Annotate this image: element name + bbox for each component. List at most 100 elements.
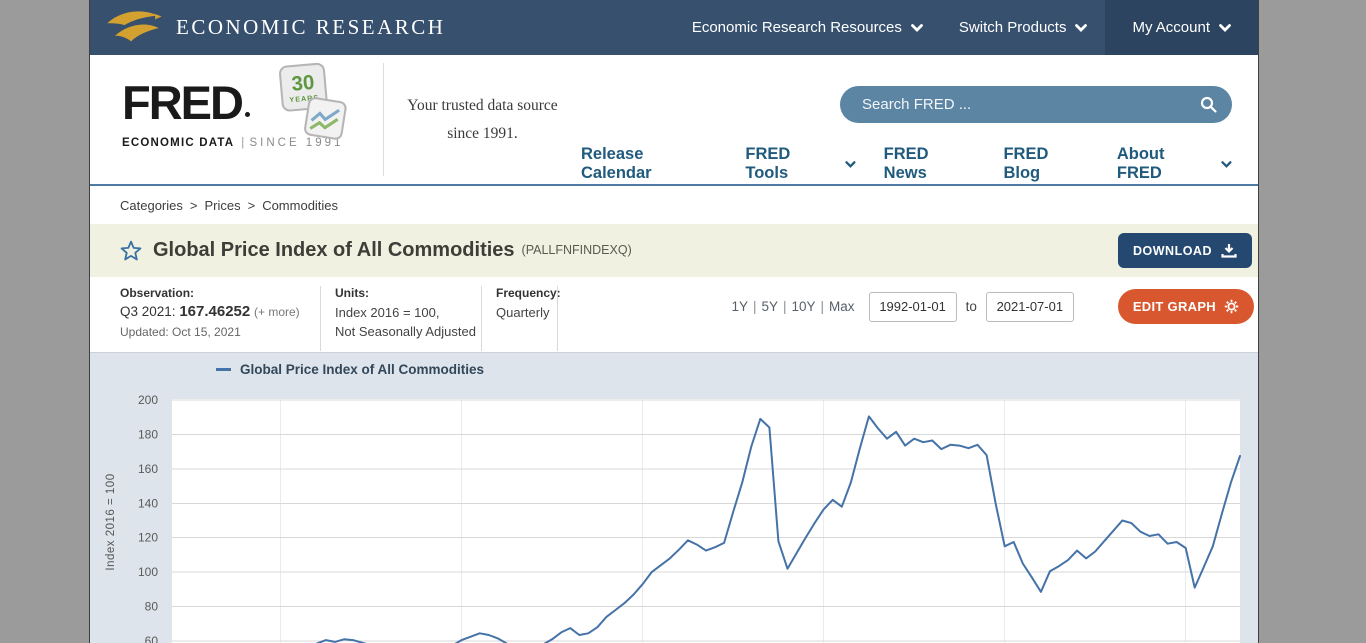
- series-meta-row: Observation: Q3 2021: 167.46252 (+ more)…: [90, 277, 1258, 352]
- observation-more-link[interactable]: (+ more): [254, 305, 300, 319]
- fred-logo[interactable]: FRED 30 YEARS: [90, 55, 383, 184]
- observation-period: Q3 2021:: [120, 304, 176, 319]
- top-nav-label: Economic Research Resources: [692, 19, 902, 36]
- range-preset-1y[interactable]: 1Y: [731, 299, 748, 314]
- frequency-value: Quarterly: [496, 304, 543, 323]
- range-presets: 1Y | 5Y | 10Y | Max: [731, 299, 854, 314]
- search-icon: [1200, 96, 1217, 113]
- line-chart[interactable]: 200 180 160 140 120 100 80 60 Index 2016 = 100: [90, 353, 1258, 643]
- star-icon: [120, 240, 142, 261]
- units-line2: Not Seasonally Adjusted: [335, 323, 467, 342]
- download-icon: [1221, 243, 1237, 258]
- svg-text:Index 2016 = 100: Index 2016 = 100: [105, 473, 117, 570]
- observation-label: Observation:: [120, 286, 320, 300]
- breadcrumb: Categories > Prices > Commodities: [90, 186, 1258, 224]
- legend-label: Global Price Index of All Commodities: [240, 362, 484, 377]
- search-input[interactable]: [862, 96, 1200, 113]
- gear-icon: [1224, 299, 1239, 314]
- svg-text:140: 140: [138, 496, 158, 510]
- favorite-star-button[interactable]: [120, 240, 142, 261]
- edit-graph-button[interactable]: EDIT GRAPH: [1118, 289, 1254, 324]
- top-bar: ECONOMIC RESEARCH Economic Research Reso…: [90, 0, 1258, 55]
- top-nav-my-account[interactable]: My Account: [1105, 0, 1258, 55]
- end-date-input[interactable]: [986, 292, 1074, 322]
- nav-fred-news[interactable]: FRED News: [884, 145, 976, 183]
- start-date-input[interactable]: [869, 292, 957, 322]
- chevron-down-icon: [911, 24, 923, 32]
- range-preset-max[interactable]: Max: [829, 299, 855, 314]
- tagline-line1: Your trusted data source: [384, 92, 581, 120]
- fred-wordmark: FRED: [122, 81, 242, 124]
- fred-page: ECONOMIC RESEARCH Economic Research Reso…: [90, 0, 1258, 643]
- svg-text:60: 60: [145, 634, 159, 643]
- range-preset-5y[interactable]: 5Y: [761, 299, 778, 314]
- preset-separator: |: [753, 299, 757, 314]
- range-preset-10y[interactable]: 10Y: [792, 299, 816, 314]
- registered-mark-dot: [245, 112, 250, 117]
- tagline-line2: since 1991.: [384, 120, 581, 148]
- nav-label: FRED Tools: [745, 145, 836, 183]
- nav-label: FRED News: [884, 145, 976, 183]
- page-title: Global Price Index of All Commodities: [153, 239, 515, 262]
- chart-area: Global Price Index of All Commodities 20…: [90, 352, 1258, 643]
- meta-divider: [557, 286, 558, 351]
- chevron-down-icon: [1219, 24, 1231, 32]
- top-nav-label: Switch Products: [959, 19, 1067, 36]
- chart-tile-icon: [304, 97, 346, 139]
- top-nav-label: My Account: [1132, 19, 1210, 36]
- browser-viewport: ECONOMIC RESEARCH Economic Research Reso…: [0, 0, 1366, 643]
- edit-graph-label: EDIT GRAPH: [1133, 299, 1216, 314]
- chevron-down-icon: [1075, 24, 1087, 32]
- nav-release-calendar[interactable]: Release Calendar: [581, 145, 717, 183]
- frequency-label: Frequency:: [496, 286, 543, 300]
- svg-text:200: 200: [138, 393, 158, 407]
- economic-data-text: ECONOMIC DATA: [122, 137, 234, 149]
- nav-about-fred[interactable]: About FRED: [1117, 145, 1232, 183]
- nav-fred-tools[interactable]: FRED Tools: [745, 145, 855, 183]
- pipe-separator: |: [241, 137, 245, 149]
- observation-value: 167.46252: [179, 303, 250, 320]
- svg-text:180: 180: [138, 427, 158, 441]
- breadcrumb-commodities[interactable]: Commodities: [262, 198, 338, 213]
- preset-separator: |: [821, 299, 825, 314]
- series-id: (PALLFNFINDEXQ): [522, 243, 632, 257]
- chevron-down-icon: [1221, 161, 1232, 168]
- breadcrumb-separator: >: [248, 198, 256, 213]
- legend-line-sample: [216, 368, 231, 371]
- nav-label: Release Calendar: [581, 145, 717, 183]
- 30-years-badge: 30 YEARS: [276, 61, 348, 146]
- breadcrumb-prices[interactable]: Prices: [204, 198, 240, 213]
- tagline: Your trusted data source since 1991.: [384, 55, 581, 184]
- search-button[interactable]: [1200, 96, 1217, 113]
- header-right: Release Calendar FRED Tools FRED News FR…: [581, 55, 1258, 184]
- units-block: Units: Index 2016 = 100, Not Seasonally …: [321, 277, 481, 342]
- to-label: to: [966, 299, 977, 314]
- svg-text:120: 120: [138, 531, 158, 545]
- series-title-bar: Global Price Index of All Commodities (P…: [90, 224, 1258, 277]
- svg-text:160: 160: [138, 462, 158, 476]
- svg-text:100: 100: [138, 565, 158, 579]
- chart-legend[interactable]: Global Price Index of All Commodities: [216, 362, 484, 377]
- chevron-down-icon: [845, 161, 856, 168]
- units-label: Units:: [335, 286, 467, 300]
- preset-separator: |: [783, 299, 787, 314]
- download-label: DOWNLOAD: [1133, 244, 1212, 258]
- updated-date: Updated: Oct 15, 2021: [120, 325, 320, 339]
- nav-fred-blog[interactable]: FRED Blog: [1003, 145, 1088, 183]
- eagle-icon: [105, 7, 163, 49]
- top-nav-switch-products[interactable]: Switch Products: [941, 0, 1106, 55]
- economic-research-wordmark: ECONOMIC RESEARCH: [176, 15, 445, 40]
- date-range-controls: 1Y | 5Y | 10Y | Max to EDIT GRAPH: [731, 289, 1258, 324]
- top-nav-economic-research-resources[interactable]: Economic Research Resources: [674, 0, 941, 55]
- units-line1: Index 2016 = 100,: [335, 304, 467, 323]
- fred-nav: Release Calendar FRED Tools FRED News FR…: [581, 145, 1232, 183]
- breadcrumb-categories[interactable]: Categories: [120, 198, 183, 213]
- economic-research-logo[interactable]: ECONOMIC RESEARCH: [90, 0, 445, 55]
- nav-label: About FRED: [1117, 145, 1213, 183]
- breadcrumb-separator: >: [190, 198, 198, 213]
- site-header: FRED 30 YEARS: [90, 55, 1258, 186]
- svg-text:80: 80: [145, 600, 159, 614]
- download-button[interactable]: DOWNLOAD: [1118, 233, 1252, 268]
- frequency-block: Frequency: Quarterly: [482, 277, 557, 323]
- badge-30-text: 30: [291, 71, 316, 96]
